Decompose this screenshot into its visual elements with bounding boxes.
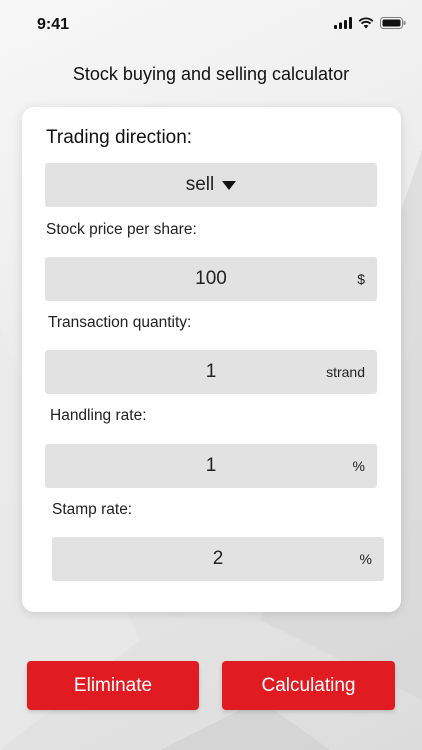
status-icons [334, 17, 406, 29]
price-label: Stock price per share: [46, 221, 197, 238]
direction-select[interactable]: sell [45, 163, 377, 207]
handling-label: Handling rate: [50, 407, 147, 424]
calculator-card: Trading direction: sell Stock price per … [22, 107, 401, 612]
handling-unit: % [352, 458, 365, 474]
direction-value: sell [185, 174, 215, 195]
quantity-input[interactable]: 1 strand [45, 350, 377, 394]
calculate-button[interactable]: Calculating [222, 661, 395, 710]
stamp-input[interactable]: 2 % [52, 537, 384, 581]
stamp-unit: % [359, 551, 372, 567]
status-bar: 9:41 [0, 0, 422, 50]
page-title: Stock buying and selling calculator [72, 64, 350, 84]
handling-input[interactable]: 1 % [45, 444, 377, 488]
price-input[interactable]: 100 $ [45, 257, 377, 301]
wifi-icon [358, 17, 374, 29]
quantity-label: Transaction quantity: [48, 314, 192, 331]
quantity-unit: strand [326, 364, 365, 380]
price-unit: $ [357, 271, 365, 287]
direction-label: Trading direction: [46, 127, 193, 148]
stamp-label: Stamp rate: [52, 501, 133, 518]
stamp-value: 2 [212, 548, 224, 569]
caret-down-icon [222, 180, 237, 190]
handling-value: 1 [205, 455, 217, 476]
price-value: 100 [195, 268, 227, 289]
eliminate-button[interactable]: Eliminate [27, 661, 199, 710]
status-time: 9:41 [37, 16, 70, 33]
signal-icon [334, 17, 352, 29]
battery-icon [380, 17, 406, 29]
